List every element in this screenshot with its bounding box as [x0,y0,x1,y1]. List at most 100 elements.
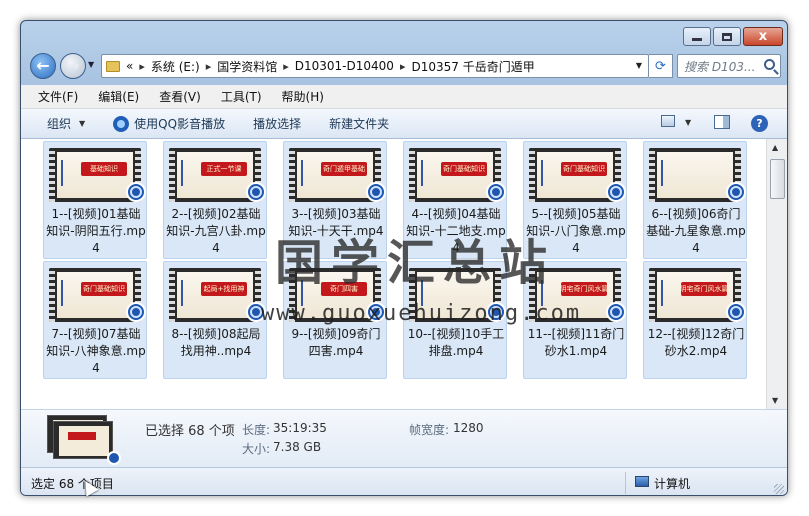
video-frame: 阴宅奇门风水篇 [657,272,733,318]
file-name: 12--[视频]12奇门砂水2.mp4 [647,327,745,358]
computer-icon [635,476,649,487]
command-bar: 组织 ▼ 使用QQ影音播放 播放选择 新建文件夹 ▼ ? [21,109,787,139]
play-with-qq-label: 使用QQ影音播放 [134,117,226,131]
qq-player-icon [606,182,626,202]
film-strip [49,148,55,202]
video-thumbnail-stack [53,421,113,459]
video-frame [657,152,733,198]
change-view-icon[interactable] [661,115,675,127]
preview-pane-icon[interactable] [714,115,730,129]
file-name: 1--[视频]01基础知识-阴阳五行.mp4 [46,207,146,255]
qq-player-icon [107,451,121,465]
menu-bar: 文件(F) 编辑(E) 查看(V) 工具(T) 帮助(H) [21,85,787,109]
chevron-right-icon[interactable]: ▸ [206,60,212,73]
qq-player-icon [246,182,266,202]
file-item[interactable]: 正式一节课 2--[视频]02基础知识-九宫八卦.mp4 [163,141,267,259]
refresh-button[interactable]: ⟳ [649,54,673,78]
help-button[interactable]: ? [751,115,768,132]
menu-file[interactable]: 文件(F) [38,88,78,105]
thumbnail-title: 阴宅奇门风水篇 [681,282,727,296]
breadcrumb-folder[interactable]: D10301-D10400 [295,59,394,73]
film-strip [289,148,295,202]
breadcrumb-drive[interactable]: 系统 (E:) [151,58,200,75]
frame-side-text [61,160,73,186]
status-bar: 选定 68 个项目 计算机 [21,467,787,495]
menu-view[interactable]: 查看(V) [159,88,201,105]
vertical-scrollbar[interactable]: ▲ ▼ [766,139,787,409]
status-selection: 选定 68 个项目 [31,477,114,491]
title-bar: x [21,21,787,51]
video-frame: 奇门基础知识 [417,152,493,198]
view-options-dropdown-icon[interactable]: ▼ [685,118,691,127]
thumbnail-title: 基础知识 [81,162,127,176]
minimize-button[interactable] [683,27,711,46]
film-strip [649,268,655,322]
breadcrumb-current[interactable]: D10357 千岳奇门遁甲 [411,58,534,75]
thumbnail-title: 奇门遁甲基础 [321,162,367,176]
video-frame: 奇门基础知识 [537,152,613,198]
search-icon[interactable] [764,59,775,70]
size-key: 大小: [242,442,271,456]
chevron-right-icon[interactable]: ▸ [139,60,145,73]
scrollbar-thumb[interactable] [770,159,785,199]
thumbnail-title: 奇门基础知识 [561,162,607,176]
chevron-right-icon[interactable]: ▸ [400,60,406,73]
forward-arrow-icon: → [66,56,80,75]
file-name: 11--[视频]11奇门砂水1.mp4 [527,327,625,358]
forward-button[interactable]: → [60,53,86,79]
scroll-up-icon[interactable]: ▲ [772,143,778,152]
search-input[interactable]: 搜索 D103... [677,54,781,78]
frame-side-text [421,160,433,186]
back-button[interactable]: ← [30,53,56,79]
file-item[interactable]: 阴宅奇门风水篇 12--[视频]12奇门砂水2.mp4 [643,261,747,379]
video-frame: 基础知识 [57,152,133,198]
thumbnail-title: 奇门基础知识 [441,162,487,176]
play-selection-button[interactable]: 播放选择 [253,115,301,132]
address-dropdown-icon[interactable]: ▼ [636,61,642,70]
selection-thumbnail [47,415,121,465]
status-location: 计算机 [654,477,691,491]
play-with-qq-button[interactable]: 使用QQ影音播放 [113,115,225,132]
file-item[interactable]: 6--[视频]06奇门基础-九星象意.mp4 [643,141,747,259]
menu-help[interactable]: 帮助(H) [282,88,324,105]
film-strip [169,268,175,322]
frame-width-value: 1280 [453,421,484,435]
frame-side-text [61,280,73,306]
film-strip [649,148,655,202]
new-folder-button[interactable]: 新建文件夹 [329,115,389,132]
frame-side-text [541,160,553,186]
close-button[interactable]: x [743,27,783,46]
video-frame: 正式一节课 [177,152,253,198]
chevron-down-icon: ▼ [79,119,86,128]
breadcrumb-overflow[interactable]: « [126,59,133,73]
video-frame: 起局+找用神 [177,272,253,318]
recent-pages-dropdown-icon[interactable]: ▼ [88,60,94,69]
frame-side-text [301,160,313,186]
watermark-url: www.guoxuehuizong.com [261,301,582,326]
file-item[interactable]: 基础知识 1--[视频]01基础知识-阴阳五行.mp4 [43,141,147,259]
file-name: 2--[视频]02基础知识-九宫八卦.mp4 [166,207,266,255]
film-strip [169,148,175,202]
resize-grip[interactable] [774,484,784,494]
qq-player-icon [126,302,146,322]
navigation-bar: ← → ▼ « ▸ 系统 (E:) ▸ 国学资料馆 ▸ D10301-D1040… [21,51,787,85]
thumbnail-title: 正式一节课 [201,162,247,176]
scroll-down-icon[interactable]: ▼ [772,396,778,405]
frame-width-key: 帧宽度: [409,423,450,437]
file-item[interactable]: 奇门基础知识 7--[视频]07基础知识-八神象意.mp4 [43,261,147,379]
address-bar[interactable]: « ▸ 系统 (E:) ▸ 国学资料馆 ▸ D10301-D10400 ▸ D1… [101,54,649,78]
close-icon: x [758,29,768,44]
thumbnail-title: 阴宅奇门风水篇 [561,282,607,296]
qq-player-icon [113,115,130,132]
organize-button[interactable]: 组织 ▼ [47,115,85,132]
maximize-icon [722,32,732,41]
breadcrumb-folder[interactable]: 国学资料馆 [217,58,277,75]
frame-side-text [661,280,673,306]
file-item[interactable]: 起局+找用神 8--[视频]08起局找用神..mp4 [163,261,267,379]
menu-edit[interactable]: 编辑(E) [98,88,139,105]
video-frame: 奇门基础知识 [57,272,133,318]
selected-count: 已选择 68 个项 [145,424,235,439]
chevron-right-icon[interactable]: ▸ [283,60,289,73]
maximize-button[interactable] [713,27,741,46]
menu-tools[interactable]: 工具(T) [221,88,262,105]
